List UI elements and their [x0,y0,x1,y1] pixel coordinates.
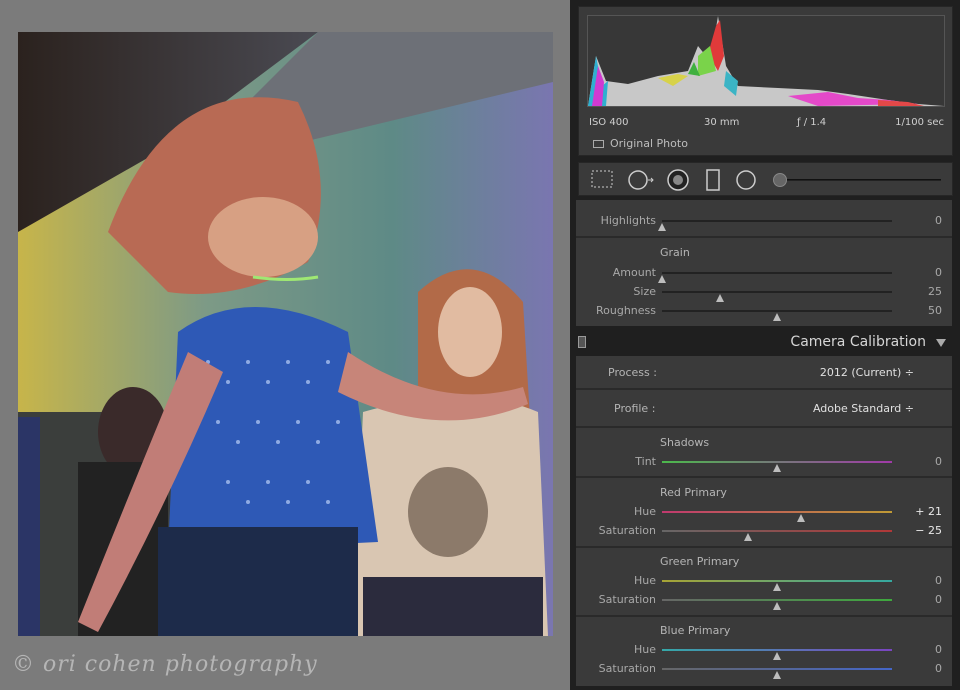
divider [576,615,952,617]
grain-amount-row: Amount 0 [576,264,952,283]
slider-thumb[interactable] [773,583,781,591]
radial-filter-icon[interactable] [733,169,759,191]
tint-slider[interactable] [662,461,892,472]
shutter-readout: 1/100 sec [895,117,944,128]
red-saturation-slider[interactable] [662,530,892,541]
blue-hue-row: Hue 0 [576,641,952,660]
divider [576,426,952,428]
red-hue-slider[interactable] [662,511,892,522]
slider-thumb[interactable] [773,464,781,472]
grain-size-slider[interactable] [662,291,892,302]
process-dropdown[interactable]: 2012 (Current) ÷ [820,366,914,379]
slider-thumb[interactable] [797,514,806,522]
slider-thumb[interactable] [773,652,781,660]
iso-readout: ISO 400 [589,117,629,128]
panel-switch-icon[interactable] [578,336,586,348]
blue-saturation-slider[interactable] [662,668,892,679]
highlights-slider[interactable] [658,220,892,231]
divider [576,236,952,238]
blue-saturation-row: Saturation 0 [576,660,952,679]
profile-label: Profile : [614,402,656,415]
slider-thumb[interactable] [744,533,753,541]
shadows-tint-row: Tint 0 [576,453,952,472]
photo-preview-area: © ori cohen photography [0,0,570,690]
camera-calibration-panel: Process : 2012 (Current) ÷ Profile : Ado… [576,356,952,686]
highlights-row: Highlights 0 [576,212,952,231]
original-photo-toggle[interactable]: Original Photo [593,137,688,150]
red-eye-icon[interactable] [665,169,691,191]
collapse-triangle-icon[interactable] [936,339,946,347]
histogram-panel: ISO 400 30 mm ƒ / 1.4 1/100 sec Original… [578,6,953,156]
red-saturation-row: Saturation − 25 [576,522,952,541]
grain-amount-slider[interactable] [658,272,892,283]
photo[interactable] [18,32,553,636]
slider-thumb[interactable] [658,275,666,283]
slider-thumb[interactable] [773,313,781,321]
divider [576,388,952,390]
green-primary-title: Green Primary [660,555,740,568]
red-primary-title: Red Primary [660,486,727,499]
section-title: Camera Calibration [790,334,926,350]
red-hue-row: Hue + 21 [576,503,952,522]
crop-overlay-icon[interactable] [589,169,615,191]
develop-side-panel: ISO 400 30 mm ƒ / 1.4 1/100 sec Original… [570,0,960,690]
slider-thumb[interactable] [773,671,781,679]
slider-thumb[interactable] [715,294,724,302]
grain-size-row: Size 25 [576,283,952,302]
slider-thumb[interactable] [773,602,781,610]
blue-primary-title: Blue Primary [660,624,731,637]
tool-strip [578,162,953,196]
spot-removal-icon[interactable] [627,169,655,191]
adjustment-brush-icon[interactable] [773,173,787,187]
effects-panel: Highlights 0 Grain Amount 0 Size 25 Roug… [576,200,952,326]
histogram-graph[interactable] [587,15,945,107]
profile-dropdown[interactable]: Adobe Standard ÷ [813,402,914,415]
blue-hue-slider[interactable] [662,649,892,660]
process-label: Process : [608,366,657,379]
brush-size-track[interactable] [775,179,941,181]
grain-title: Grain [660,246,690,259]
green-saturation-slider[interactable] [662,599,892,610]
checkbox-icon[interactable] [593,140,604,148]
green-hue-row: Hue 0 [576,572,952,591]
grain-roughness-slider[interactable] [662,310,892,321]
copyright-icon: © [12,652,35,677]
slider-thumb[interactable] [658,223,666,231]
focal-length-readout: 30 mm [704,117,740,128]
aperture-readout: ƒ / 1.4 [797,117,827,128]
camera-calibration-header[interactable]: Camera Calibration [570,330,960,354]
watermark: © ori cohen photography [12,652,318,677]
green-saturation-row: Saturation 0 [576,591,952,610]
divider [576,476,952,478]
divider [576,546,952,548]
green-hue-slider[interactable] [662,580,892,591]
grain-roughness-row: Roughness 50 [576,302,952,321]
graduated-filter-icon[interactable] [703,169,723,191]
shadows-title: Shadows [660,436,710,449]
